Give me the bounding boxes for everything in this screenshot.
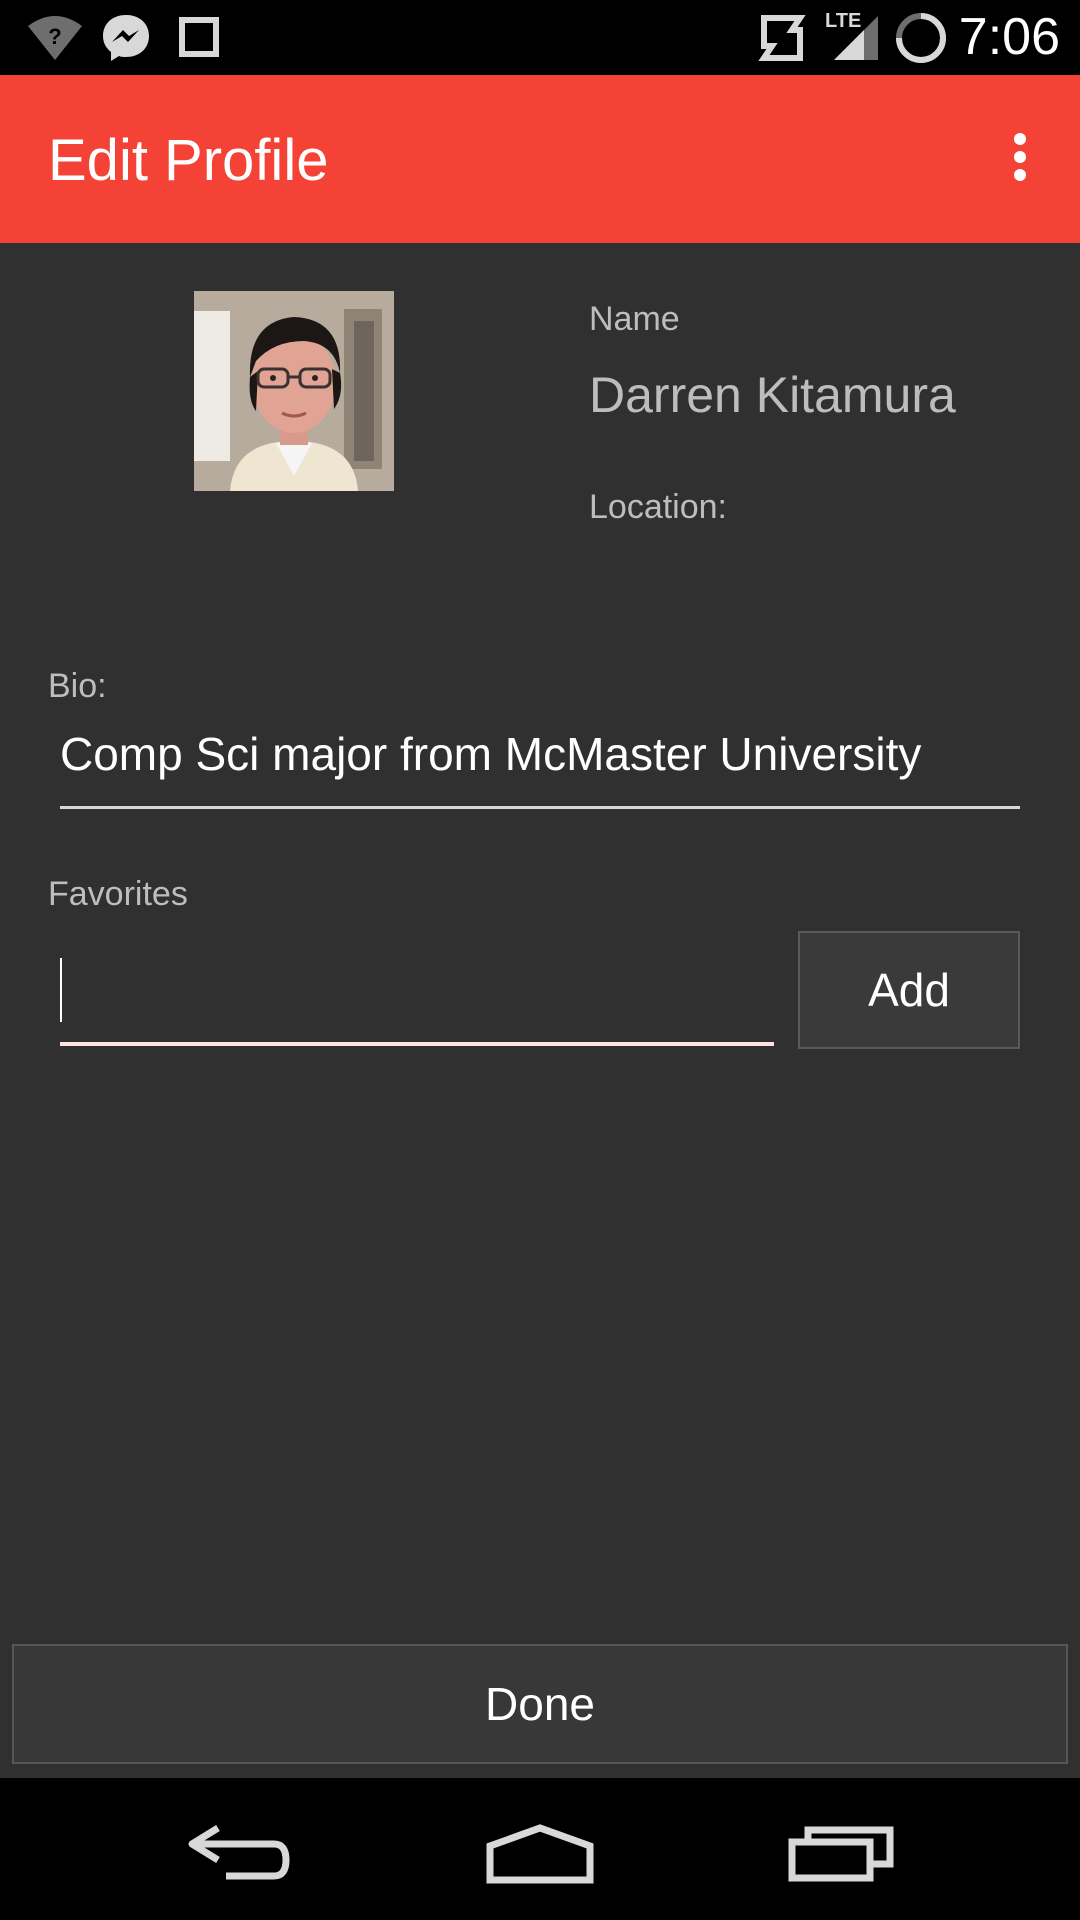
add-favorite-button[interactable]: Add bbox=[798, 931, 1020, 1049]
status-bar: ? LTE 7:06 bbox=[0, 0, 1080, 75]
home-icon[interactable] bbox=[484, 1822, 596, 1884]
done-button[interactable]: Done bbox=[12, 1644, 1068, 1764]
bio-value: Comp Sci major from McMaster University bbox=[60, 728, 922, 780]
loading-ring-icon bbox=[896, 13, 946, 63]
wifi-unknown-icon: ? bbox=[28, 16, 82, 60]
page-title: Edit Profile bbox=[48, 128, 329, 193]
navigation-bar bbox=[0, 1778, 1080, 1920]
text-cursor bbox=[60, 958, 62, 1022]
cell-signal-icon bbox=[834, 16, 878, 60]
favorites-input-underline bbox=[60, 1042, 774, 1046]
status-time: 7:06 bbox=[958, 8, 1060, 66]
location-label: Location: bbox=[589, 488, 727, 526]
profile-photo bbox=[194, 291, 394, 491]
favorites-label: Favorites bbox=[48, 875, 188, 913]
overflow-menu-button[interactable] bbox=[980, 117, 1060, 197]
bio-label: Bio: bbox=[48, 667, 107, 705]
recent-apps-icon[interactable] bbox=[786, 1822, 896, 1884]
messenger-icon bbox=[103, 15, 149, 61]
bio-field-underline bbox=[60, 806, 1020, 809]
name-label: Name bbox=[589, 300, 680, 338]
bio-field[interactable]: Comp Sci major from McMaster University bbox=[60, 726, 1020, 806]
svg-text:?: ? bbox=[48, 24, 61, 49]
back-icon[interactable] bbox=[186, 1822, 292, 1884]
name-value[interactable]: Darren Kitamura bbox=[589, 365, 956, 425]
avatar[interactable] bbox=[194, 291, 394, 491]
app-bar: Edit Profile bbox=[0, 75, 1080, 243]
favorites-input[interactable] bbox=[60, 950, 774, 1044]
square-notification-icon bbox=[179, 17, 219, 57]
sync-icon bbox=[758, 15, 806, 61]
